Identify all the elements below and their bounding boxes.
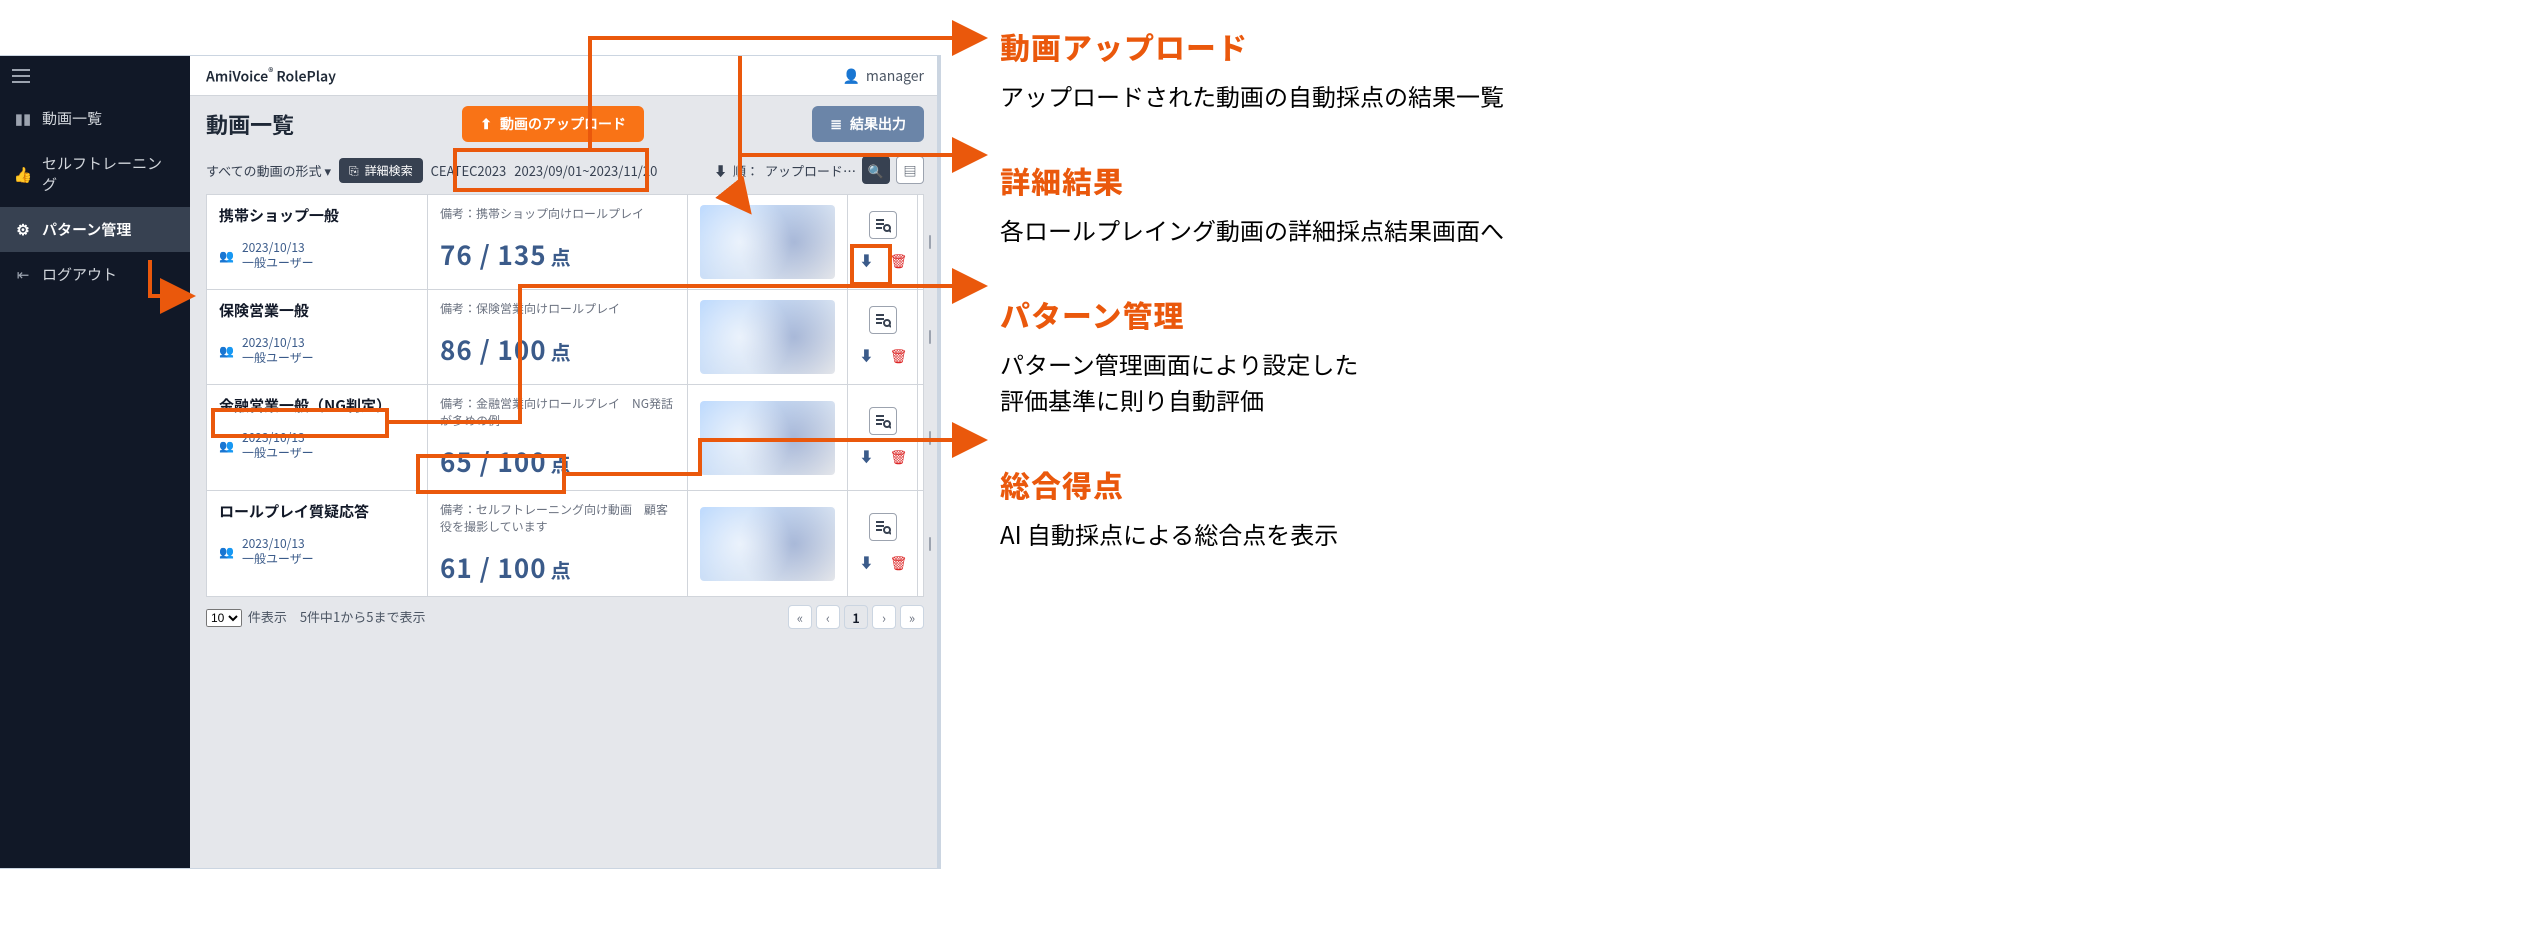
sort-down-icon: ⬇: [714, 161, 727, 180]
user-icon: 👤: [842, 66, 859, 86]
user-group-icon: 👥: [219, 247, 234, 264]
filter-icon: ⎘: [349, 162, 359, 179]
user-group-icon: 👥: [219, 437, 234, 454]
delete-icon[interactable]: 🗑: [887, 249, 911, 273]
sidebar-item-label: ログアウト: [42, 264, 117, 285]
row-checkbox[interactable]: [929, 235, 931, 249]
export-button[interactable]: ≣ 結果出力: [812, 106, 924, 142]
pager-prev-icon[interactable]: ‹: [816, 605, 840, 629]
list-row: ロールプレイ質疑応答 👥 2023/10/13一般ユーザー 備考：セルフトレーニ…: [207, 491, 923, 596]
download-icon[interactable]: ⬇: [855, 445, 879, 469]
sidebar-item-label: セルフトレーニング: [42, 153, 176, 195]
app-window: ▮▮ 動画一覧 👍 セルフトレーニング ⚙ パターン管理 ⇤ ログアウト: [0, 56, 940, 868]
row-checkbox[interactable]: [929, 431, 931, 445]
row-note: 備考：携帯ショップ向けロールプレイ: [440, 205, 675, 222]
pager: 10 件表示 5件中1から5まで表示 « ‹ 1 › »: [190, 597, 940, 637]
app-title: AmiVoice® RolePlay: [206, 64, 336, 87]
list-row: 携帯ショップ一般 👥 2023/10/13 一般ユーザー 備考：携帯ショップ向け…: [207, 195, 923, 290]
user-group-icon: 👥: [219, 543, 234, 560]
detail-icon[interactable]: [869, 513, 897, 541]
detail-icon[interactable]: [869, 306, 897, 334]
row-meta: 👥 2023/10/13 一般ユーザー: [219, 240, 415, 270]
list-row: 金融営業一般（NG判定） 👥 2023/10/13一般ユーザー 備考：金融営業向…: [207, 385, 923, 491]
sidebar: ▮▮ 動画一覧 👍 セルフトレーニング ⚙ パターン管理 ⇤ ログアウト: [0, 56, 190, 868]
detail-icon[interactable]: [869, 407, 897, 435]
upload-icon: ⬆: [480, 116, 492, 133]
page-header: 動画一覧 ⬆ 動画のアップロード ≣ 結果出力: [190, 96, 940, 152]
advanced-search-chip[interactable]: ⎘ 詳細検索: [339, 158, 423, 183]
user-group-icon: 👥: [219, 342, 234, 359]
logout-icon: ⇤: [14, 264, 32, 285]
upload-button[interactable]: ⬆ 動画のアップロード: [462, 106, 644, 142]
row-title: 保険営業一般: [219, 300, 415, 321]
scope-select[interactable]: すべての動画の形式 ▾: [206, 161, 331, 180]
detail-icon[interactable]: [869, 211, 897, 239]
layout-toggle-icon[interactable]: ▤: [896, 156, 924, 184]
delete-icon[interactable]: 🗑: [887, 551, 911, 575]
row-meta: 👥 2023/10/13一般ユーザー: [219, 335, 415, 365]
chart-icon: ▮▮: [14, 108, 32, 129]
page-size-select[interactable]: 10: [206, 609, 242, 627]
download-icon[interactable]: ⬇: [855, 249, 879, 273]
annotation-upload: 動画アップロード アップロードされた動画の自動採点の結果一覧: [1000, 24, 1504, 114]
delete-icon[interactable]: 🗑: [887, 344, 911, 368]
video-thumbnail[interactable]: [700, 507, 835, 581]
filter-date-range: 2023/09/01~2023/11/20: [514, 161, 657, 180]
hamburger-icon[interactable]: [0, 56, 190, 96]
row-checkbox[interactable]: [929, 330, 931, 344]
sort-control[interactable]: ⬇ 順：アップロード… 🔍 ▤: [714, 156, 924, 184]
row-score: 76 / 135点: [440, 236, 675, 273]
row-title: ロールプレイ質疑応答: [219, 501, 415, 522]
annotation-pattern: パターン管理 パターン管理画面により設定した 評価基準に則り自動評価: [1000, 292, 1504, 418]
row-checkbox[interactable]: [929, 537, 931, 551]
sidebar-item-selftraining[interactable]: 👍 セルフトレーニング: [0, 141, 190, 207]
user-indicator[interactable]: 👤 manager: [842, 66, 924, 86]
delete-icon[interactable]: 🗑: [887, 445, 911, 469]
download-icon[interactable]: ⬇: [855, 344, 879, 368]
pager-last-icon[interactable]: »: [900, 605, 924, 629]
sidebar-item-videos[interactable]: ▮▮ 動画一覧: [0, 96, 190, 141]
row-title: 携帯ショップ一般: [219, 205, 415, 226]
row-title: 金融営業一般（NG判定）: [219, 395, 415, 416]
thumbs-up-icon: 👍: [14, 164, 32, 185]
search-icon[interactable]: 🔍: [862, 156, 890, 184]
video-thumbnail[interactable]: [700, 205, 835, 279]
divider: [937, 56, 940, 868]
pager-next-icon[interactable]: ›: [872, 605, 896, 629]
download-icon[interactable]: ⬇: [855, 551, 879, 575]
video-thumbnail[interactable]: [700, 300, 835, 374]
list-row: 保険営業一般 👥 2023/10/13一般ユーザー 備考：保険営業向けロールプレ…: [207, 290, 923, 385]
pager-summary: 件表示 5件中1から5まで表示: [248, 607, 426, 626]
sidebar-item-label: 動画一覧: [42, 108, 102, 129]
sidebar-item-logout[interactable]: ⇤ ログアウト: [0, 252, 190, 297]
gear-icon: ⚙: [14, 219, 32, 240]
main-panel: AmiVoice® RolePlay 👤 manager 動画一覧 ⬆ 動画のア…: [190, 56, 940, 868]
video-list: 携帯ショップ一般 👥 2023/10/13 一般ユーザー 備考：携帯ショップ向け…: [206, 194, 924, 597]
page-title: 動画一覧: [206, 108, 294, 140]
sidebar-item-patterns[interactable]: ⚙ パターン管理: [0, 207, 190, 252]
pager-first-icon[interactable]: «: [788, 605, 812, 629]
topbar: AmiVoice® RolePlay 👤 manager: [190, 56, 940, 96]
annotation-panel: 動画アップロード アップロードされた動画の自動採点の結果一覧 詳細結果 各ロール…: [1000, 24, 1504, 552]
sidebar-nav: ▮▮ 動画一覧 👍 セルフトレーニング ⚙ パターン管理 ⇤ ログアウト: [0, 96, 190, 297]
filter-bar: すべての動画の形式 ▾ ⎘ 詳細検索 CEATEC2023 2023/09/01…: [190, 152, 940, 194]
annotation-detail: 詳細結果 各ロールプレイング動画の詳細採点結果画面へ: [1000, 158, 1504, 248]
video-thumbnail[interactable]: [700, 401, 835, 475]
sidebar-item-label: パターン管理: [42, 219, 131, 240]
export-icon: ≣: [830, 116, 842, 133]
pager-current[interactable]: 1: [844, 605, 868, 629]
annotation-score: 総合得点 AI 自動採点による総合点を表示: [1000, 462, 1504, 552]
filter-tag: CEATEC2023: [431, 161, 507, 180]
